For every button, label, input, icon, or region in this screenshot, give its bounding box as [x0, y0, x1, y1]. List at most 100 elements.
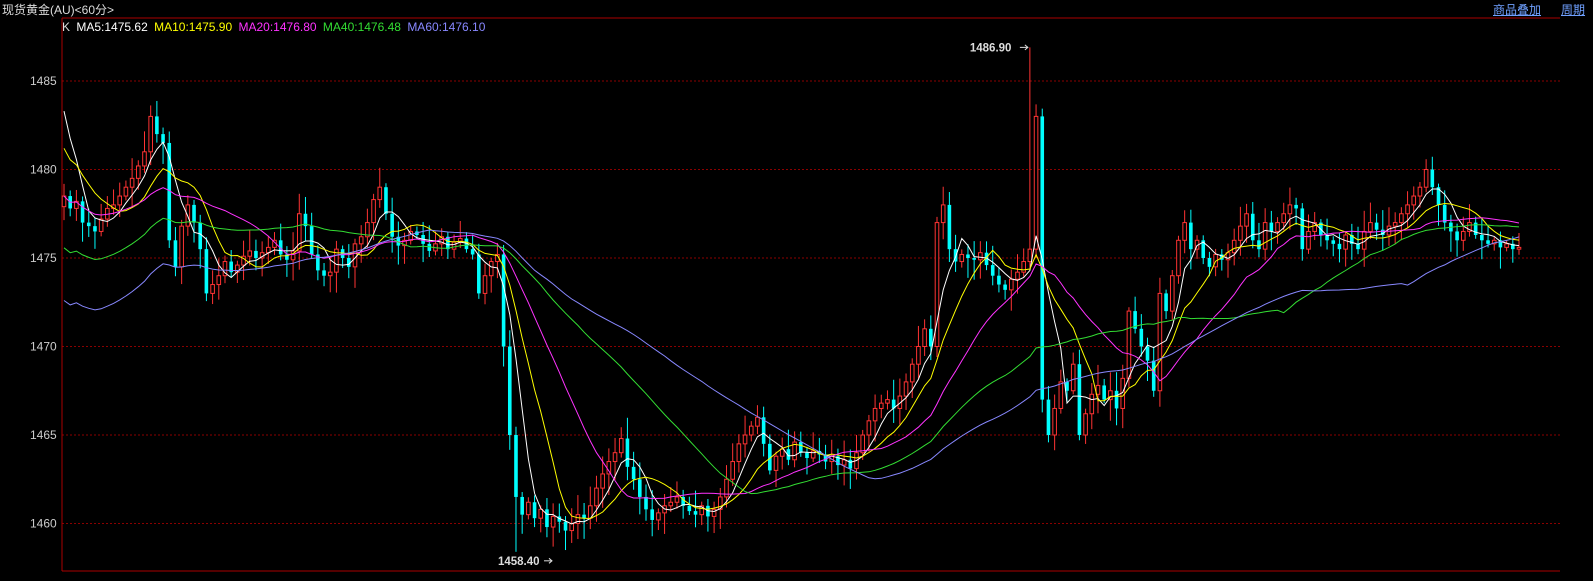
- candle: [358, 225, 364, 263]
- legend-ma5: MA5:1475.62: [76, 20, 148, 34]
- candle-body-up: [594, 487, 599, 507]
- candle: [352, 238, 358, 288]
- candle-body-up: [656, 512, 661, 521]
- candle-body-up: [1417, 186, 1423, 197]
- candle: [1133, 296, 1137, 334]
- candle: [1275, 217, 1280, 244]
- candle-body-up: [129, 177, 135, 188]
- candle-body-down: [805, 452, 809, 459]
- candle: [916, 325, 921, 379]
- candle: [1504, 240, 1509, 252]
- candle: [259, 241, 265, 277]
- candle-body-down: [1455, 231, 1459, 241]
- candle: [656, 508, 661, 531]
- candle-body-up: [1343, 234, 1348, 250]
- candle: [922, 319, 927, 356]
- candle: [1269, 210, 1274, 251]
- candle-body-down: [563, 521, 568, 531]
- candle-body-down: [1114, 390, 1119, 409]
- candle-body-up: [959, 253, 965, 263]
- candle-body-up: [377, 186, 383, 201]
- candle: [1498, 231, 1503, 269]
- y-tick-label: 1460: [30, 517, 57, 531]
- candle: [885, 390, 890, 410]
- candle-body-up: [179, 225, 184, 268]
- candle: [520, 492, 524, 534]
- candle: [1046, 385, 1051, 443]
- ma5-line: [63, 110, 1520, 525]
- candle: [1486, 225, 1490, 248]
- candle: [1423, 159, 1429, 193]
- candle: [488, 257, 494, 293]
- candle: [545, 498, 549, 538]
- candle-body-down: [390, 213, 394, 237]
- candle: [1455, 223, 1459, 257]
- candle: [1368, 202, 1373, 240]
- candle-body-up: [1238, 225, 1243, 241]
- candle: [1287, 187, 1293, 230]
- candle-body-up: [940, 204, 946, 224]
- candle-body-up: [618, 438, 624, 454]
- candle: [61, 183, 67, 221]
- candle: [1343, 231, 1348, 267]
- candle-body-down: [192, 204, 196, 223]
- candle-body-up: [358, 236, 364, 245]
- candle-body-up: [878, 402, 884, 409]
- candle-body-up: [135, 165, 141, 179]
- candle: [761, 406, 766, 457]
- candle: [631, 451, 636, 490]
- candle-body-down: [1294, 204, 1298, 209]
- candle-body-down: [972, 258, 976, 260]
- candle-body-up: [748, 425, 754, 436]
- candle-body-up: [1015, 271, 1020, 280]
- candle-body-up: [755, 416, 760, 427]
- candle: [978, 241, 983, 279]
- candle-body-down: [1269, 222, 1274, 232]
- candle: [1003, 280, 1007, 300]
- candle: [266, 235, 271, 265]
- candle-body-down: [1337, 243, 1342, 250]
- candle: [1058, 369, 1064, 414]
- candle: [1194, 235, 1200, 259]
- candle: [997, 267, 1001, 293]
- candle: [1021, 248, 1026, 277]
- candle: [482, 263, 488, 305]
- candle: [148, 105, 153, 166]
- candle: [687, 496, 692, 516]
- candle-body-up: [1460, 230, 1466, 241]
- candle: [1319, 219, 1323, 247]
- candle: [1225, 243, 1231, 278]
- candle-body-up: [1070, 363, 1076, 392]
- candlestick-chart[interactable]: 1460 1465 1470 1475 1480 1485 1486.90 1458.40: [0, 0, 1593, 581]
- candle-body-up: [600, 473, 605, 489]
- candle: [111, 189, 116, 215]
- candle: [550, 503, 556, 547]
- candle: [1516, 233, 1522, 255]
- candle-body-up: [327, 271, 333, 277]
- candle-body-up: [736, 443, 742, 463]
- candle: [805, 446, 809, 475]
- candle: [1250, 201, 1255, 249]
- candle: [959, 249, 965, 268]
- candle-body-down: [204, 249, 209, 294]
- candle: [74, 189, 79, 221]
- candle-body-up: [371, 199, 376, 224]
- candle-body-up: [1021, 261, 1026, 273]
- candle-body-up: [1504, 243, 1509, 248]
- candle: [1139, 314, 1144, 357]
- candle-body-up: [1176, 239, 1181, 277]
- candle: [1300, 203, 1305, 261]
- candle: [421, 221, 425, 263]
- candle-body-down: [1102, 385, 1106, 400]
- candle: [377, 167, 383, 208]
- candle: [384, 183, 388, 221]
- candle: [1182, 210, 1187, 254]
- candle: [457, 220, 463, 249]
- candle: [742, 415, 748, 458]
- candle: [477, 243, 481, 299]
- candle-body-up: [742, 434, 748, 445]
- candle-body-up: [1169, 275, 1175, 312]
- candle-body-up: [779, 448, 785, 457]
- candle-body-down: [929, 328, 933, 347]
- candle-body-up: [1083, 413, 1088, 436]
